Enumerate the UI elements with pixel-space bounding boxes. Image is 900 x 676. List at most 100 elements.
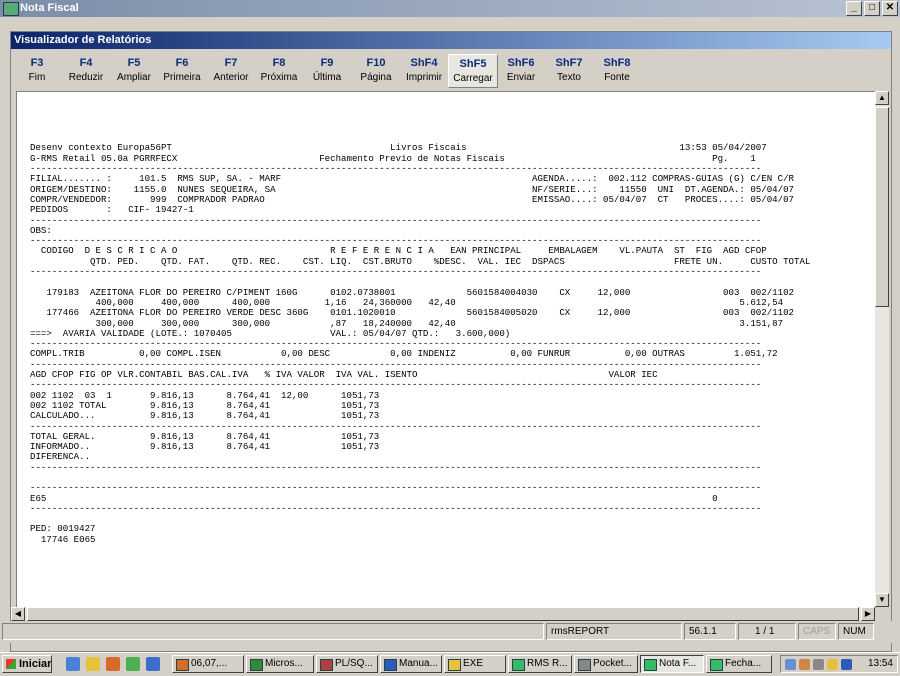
- fkey-label: Página: [360, 72, 392, 83]
- vertical-scroll-thumb[interactable]: [875, 107, 889, 307]
- hidden-toolbar: [0, 17, 900, 31]
- fkey-proxima[interactable]: F8 Próxima: [255, 54, 303, 88]
- fkey-label: Ampliar: [117, 72, 151, 83]
- task-label: Fecha...: [725, 658, 762, 669]
- task-button[interactable]: Pocket...: [574, 655, 638, 673]
- windows-logo-icon: [6, 659, 16, 669]
- fkey-label: Primeira: [163, 72, 201, 83]
- report-line: ----------------------------------------…: [30, 266, 762, 278]
- fkey-code: ShF7: [555, 57, 583, 69]
- task-label: Pocket...: [593, 658, 632, 669]
- start-button[interactable]: Iniciar: [2, 655, 52, 673]
- scroll-left-icon[interactable]: ◀: [11, 607, 25, 621]
- task-icon: [578, 659, 591, 671]
- fkey-ampliar[interactable]: F5 Ampliar: [110, 54, 158, 88]
- ie-icon[interactable]: [146, 657, 160, 671]
- fkey-label: Anterior: [213, 72, 249, 83]
- maximize-button[interactable]: □: [864, 1, 880, 16]
- fkey-code: ShF6: [507, 57, 535, 69]
- fkey-code: F9: [320, 57, 334, 69]
- fkey-fonte[interactable]: ShF8 Fonte: [593, 54, 641, 88]
- task-label: PL/SQ...: [335, 658, 373, 669]
- fkey-label: Carregar: [453, 73, 493, 84]
- report-line: [30, 102, 810, 112]
- task-button[interactable]: EXE: [444, 655, 506, 673]
- excel-icon: [250, 659, 263, 671]
- tray-icon[interactable]: [841, 659, 852, 670]
- report-line: ----------------------------------------…: [30, 461, 762, 473]
- fkey-code: F10: [366, 57, 386, 69]
- task-button[interactable]: PL/SQ...: [316, 655, 378, 673]
- rms-icon: [644, 659, 657, 671]
- system-tray: 13:54: [780, 655, 898, 673]
- horizontal-scroll-thumb[interactable]: [27, 607, 859, 621]
- task-label: 06,07,...: [191, 658, 228, 669]
- report-line: PED: 0019427: [30, 523, 96, 535]
- fkey-reduzir[interactable]: F4 Reduzir: [62, 54, 110, 88]
- status-version: 56.1.1: [684, 623, 736, 640]
- app-shortcut-icon[interactable]: [106, 657, 120, 671]
- report-line: CALCULADO... 9.816,13 8.764,41 1051,73: [30, 410, 380, 422]
- fkey-code: F7: [224, 57, 238, 69]
- task-label: Micros...: [265, 658, 303, 669]
- network-tray-icon[interactable]: [785, 659, 796, 670]
- report-line: [30, 123, 810, 133]
- status-app: rmsREPORT: [546, 623, 682, 640]
- fkey-code: ShF8: [603, 57, 631, 69]
- scroll-up-icon[interactable]: ▲: [875, 91, 889, 105]
- fkey-anterior[interactable]: F7 Anterior: [207, 54, 255, 88]
- fkey-primeira[interactable]: F6 Primeira: [158, 54, 206, 88]
- viewer-titlebar: Visualizador de Relatórios: [11, 32, 891, 49]
- task-button[interactable]: 06,07,...: [172, 655, 244, 673]
- folder-icon: [448, 659, 461, 671]
- report-line: ----------------------------------------…: [30, 502, 762, 514]
- task-button[interactable]: Micros...: [246, 655, 314, 673]
- report-page[interactable]: Desenv contexto Europa56PT Livros Fiscai…: [16, 91, 876, 608]
- fkey-ultima[interactable]: F9 Última: [303, 54, 351, 88]
- network-icon[interactable]: [126, 657, 140, 671]
- report-line: [30, 514, 810, 524]
- task-label: EXE: [463, 658, 484, 669]
- fkey-code: ShF5: [459, 58, 487, 70]
- vertical-scrollbar[interactable]: ▲ ▼: [875, 91, 889, 607]
- fkey-imprimir[interactable]: ShF4 Imprimir: [400, 54, 448, 88]
- horizontal-scrollbar[interactable]: ◀ ▶: [11, 607, 875, 621]
- viewer-title: Visualizador de Relatórios: [14, 34, 152, 46]
- report-line: [30, 92, 810, 102]
- fkey-code: F4: [79, 57, 93, 69]
- fkey-carregar[interactable]: ShF5 Carregar: [448, 54, 498, 88]
- status-bar: rmsREPORT 56.1.1 1 / 1 CAPS NUM: [0, 621, 900, 643]
- scroll-down-icon[interactable]: ▼: [875, 593, 889, 607]
- tray-icon[interactable]: [827, 659, 838, 670]
- fkey-label: Enviar: [506, 72, 536, 83]
- fkey-fim[interactable]: F3 Fim: [13, 54, 61, 88]
- fkey-enviar[interactable]: ShF6 Enviar: [497, 54, 545, 88]
- report-text: Desenv contexto Europa56PT Livros Fiscai…: [30, 92, 810, 545]
- task-label: Nota F...: [659, 658, 697, 669]
- scroll-right-icon[interactable]: ▶: [861, 607, 875, 621]
- report-viewer-window: Visualizador de Relatórios F3 Fim F4 Reduz…: [10, 31, 892, 652]
- fkey-code: F6: [175, 57, 189, 69]
- status-caps: CAPS: [798, 623, 836, 640]
- fkey-texto[interactable]: ShF7 Texto: [545, 54, 593, 88]
- fkey-label: Imprimir: [405, 72, 443, 83]
- fkey-label: Fim: [28, 72, 46, 83]
- tray-icon[interactable]: [813, 659, 824, 670]
- rms-icon: [512, 659, 525, 671]
- folder-icon[interactable]: [86, 657, 100, 671]
- status-page: 1 / 1: [738, 623, 796, 640]
- report-line: INFORMADO.. 9.816,13 8.764,41 1051,73: [30, 441, 380, 453]
- task-button[interactable]: Manua...: [380, 655, 442, 673]
- browser-icon[interactable]: [66, 657, 80, 671]
- minimize-button[interactable]: _: [846, 1, 862, 16]
- fkey-code: F3: [30, 57, 44, 69]
- fkey-label: Última: [312, 72, 342, 83]
- task-button[interactable]: RMS R...: [508, 655, 572, 673]
- fkey-pagina[interactable]: F10 Página: [352, 54, 400, 88]
- task-button[interactable]: Fecha...: [706, 655, 772, 673]
- close-button[interactable]: ✕: [882, 1, 898, 16]
- report-line: 177466 AZEITONA FLOR DO PEREIRO VERDE DE…: [30, 307, 794, 319]
- fkey-label: Fonte: [604, 72, 630, 83]
- tray-icon[interactable]: [799, 659, 810, 670]
- task-button-active[interactable]: Nota F...: [640, 655, 704, 673]
